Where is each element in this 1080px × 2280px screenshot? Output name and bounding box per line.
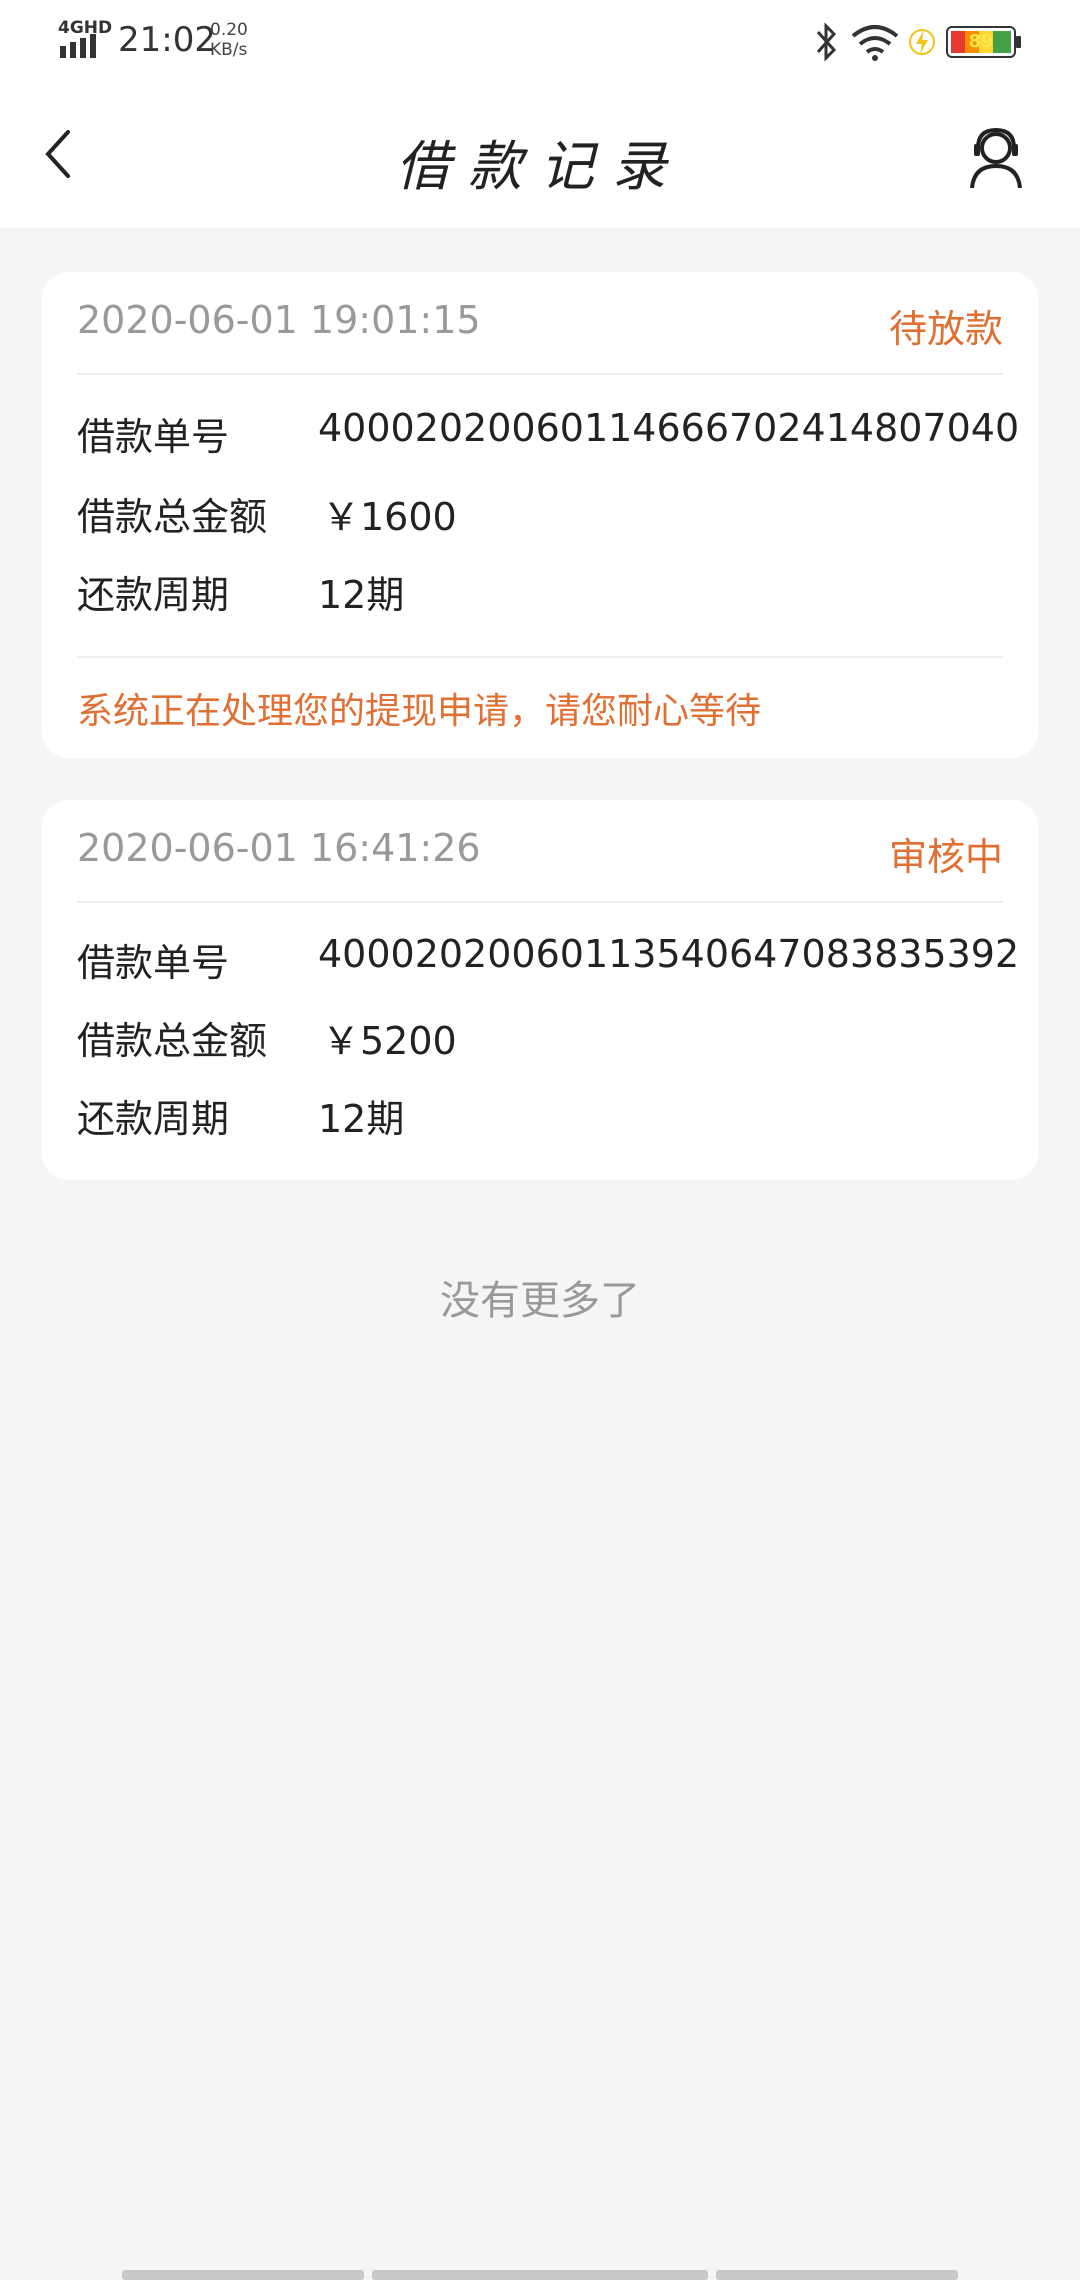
network-speed: 0.20 KB/s: [210, 20, 248, 60]
loan-time: 2020-06-01 19:01:15: [77, 298, 481, 342]
loan-status: 审核中: [888, 835, 1003, 879]
amount-value: ￥5200: [322, 1019, 457, 1063]
loan-record-card[interactable]: 2020-06-01 19:01:15 待放款 借款单号 40002020060…: [42, 272, 1038, 758]
amount-label: 借款总金额: [77, 495, 268, 539]
page-title: 借款记录: [396, 135, 684, 198]
divider: [77, 901, 1003, 903]
signal-icon: [60, 34, 96, 58]
amount-label: 借款总金额: [77, 1019, 268, 1063]
loan-time: 2020-06-01 16:41:26: [77, 826, 481, 870]
speed-unit: KB/s: [210, 40, 248, 60]
period-value: 12期: [318, 573, 405, 617]
home-indicator: [372, 2270, 708, 2280]
customer-service-icon[interactable]: [966, 126, 1026, 190]
amount-value: ￥1600: [322, 495, 457, 539]
order-number-label: 借款单号: [77, 415, 230, 459]
divider: [77, 373, 1003, 375]
divider: [77, 656, 1003, 658]
period-label: 还款周期: [77, 1097, 230, 1141]
bluetooth-icon: [816, 22, 837, 62]
speed-value: 0.20: [210, 20, 248, 40]
clock: 21:02: [118, 20, 216, 60]
period-label: 还款周期: [77, 573, 230, 617]
loan-status: 待放款: [888, 307, 1003, 351]
period-value: 12期: [318, 1097, 405, 1141]
order-number-label: 借款单号: [77, 941, 230, 985]
loan-record-card[interactable]: 2020-06-01 16:41:26 审核中 借款单号 40002020060…: [42, 800, 1038, 1180]
processing-note: 系统正在处理您的提现申请，请您耐心等待: [77, 691, 762, 732]
status-bar: 4GHD 21:02 0.20 KB/s 89: [0, 0, 1080, 82]
nav-bar: 借款记录: [0, 82, 1080, 228]
order-number-value: 4000202006011466670241480704​0: [318, 406, 1020, 450]
home-indicator: [122, 2270, 364, 2280]
order-number-value: 4000202006011354064708383539​2: [318, 932, 1020, 976]
home-indicator: [716, 2270, 958, 2280]
battery-level: 89: [968, 31, 994, 52]
wifi-icon: [851, 25, 899, 61]
charging-icon: [909, 29, 935, 55]
no-more-text: 没有更多了: [440, 1278, 640, 1324]
